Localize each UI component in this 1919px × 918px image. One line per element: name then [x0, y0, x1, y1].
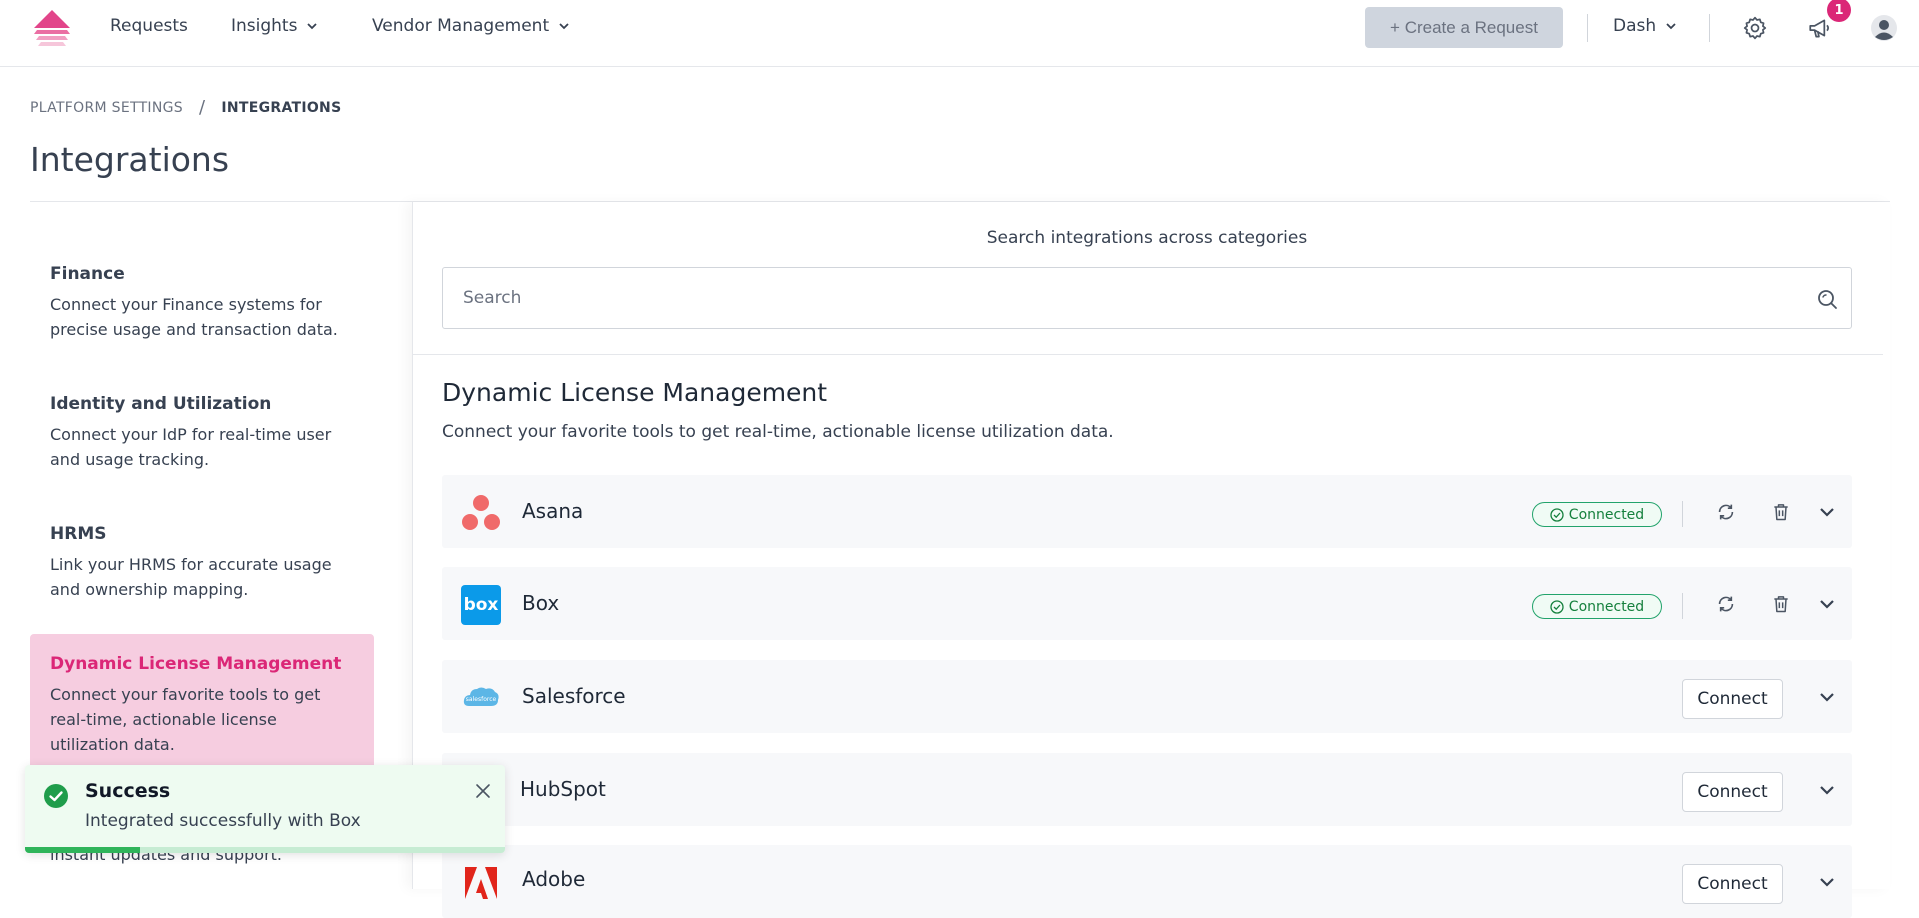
notification-count: 1	[1834, 2, 1844, 18]
check-circle-icon	[1550, 507, 1564, 522]
divider	[413, 354, 1883, 355]
adobe-logo-icon	[465, 867, 497, 899]
user-menu-label: Dash	[1613, 16, 1657, 36]
section-title: Dynamic License Management	[442, 378, 828, 407]
category-description: Connect your Finance systems for precise…	[50, 295, 338, 339]
integration-row-adobe: Adobe Connect	[442, 845, 1852, 918]
user-avatar-icon	[1871, 15, 1897, 41]
category-description: Connect your IdP for real-time user and …	[50, 425, 332, 469]
megaphone-icon	[1809, 19, 1829, 38]
divider	[1682, 501, 1683, 527]
category-title: HRMS	[50, 524, 107, 544]
sync-button[interactable]	[1714, 592, 1738, 616]
chevron-down-icon	[559, 23, 569, 30]
category-title: Dynamic License Management	[50, 654, 342, 674]
sidebar-item-dynamic-license-management[interactable]: Dynamic License Management Connect your …	[30, 634, 374, 774]
integration-name: HubSpot	[520, 777, 606, 801]
delete-button[interactable]	[1769, 500, 1793, 524]
user-menu[interactable]: Dash	[1613, 16, 1678, 36]
trash-icon	[1774, 504, 1788, 521]
connect-button[interactable]: Connect	[1682, 864, 1783, 904]
chevron-down-icon[interactable]	[1815, 685, 1839, 709]
success-toast: Success Integrated successfully with Box	[25, 765, 505, 853]
asana-logo-icon	[462, 495, 500, 530]
integration-row-hubspot: HubSpot Connect	[442, 753, 1852, 826]
integration-name: Asana	[522, 499, 584, 523]
chevron-down-icon	[307, 23, 318, 30]
chevron-down-icon[interactable]	[1815, 778, 1839, 802]
breadcrumb-separator: /	[198, 97, 206, 118]
check-circle-icon	[1550, 599, 1564, 614]
search-caption: Search integrations across categories	[986, 228, 1308, 248]
connect-button[interactable]: Connect	[1682, 772, 1783, 812]
status-label: Connected	[1568, 598, 1645, 615]
category-title: Finance	[50, 264, 125, 284]
search-box	[442, 267, 1852, 329]
check-circle-icon	[44, 784, 68, 808]
chevron-down-icon[interactable]	[1815, 870, 1839, 894]
divider	[1709, 14, 1710, 42]
search-icon[interactable]	[1815, 287, 1839, 311]
close-icon[interactable]	[473, 781, 493, 801]
logo-icon[interactable]	[32, 8, 72, 48]
status-label: Connected	[1568, 506, 1645, 523]
divider	[1587, 14, 1588, 42]
chevron-down-icon[interactable]	[1815, 592, 1839, 616]
nav-requests-label: Requests	[110, 16, 188, 36]
integration-name: Salesforce	[522, 684, 626, 708]
divider	[1682, 593, 1683, 619]
nav-vendor-management-label: Vendor Management	[372, 16, 550, 36]
nav-vendor-management[interactable]: Vendor Management	[372, 16, 571, 36]
refresh-icon	[1718, 596, 1734, 612]
nav-insights-label: Insights	[231, 16, 298, 36]
chevron-down-icon	[1666, 23, 1676, 30]
integration-row-box: box Box Connected	[442, 567, 1852, 640]
status-badge: Connected	[1532, 502, 1662, 527]
sync-button[interactable]	[1714, 500, 1738, 524]
toast-progress-track	[25, 847, 505, 853]
box-logo-icon: box	[461, 585, 501, 625]
category-description: Link your HRMS for accurate usage and ow…	[50, 555, 332, 599]
breadcrumb-platform-settings[interactable]: PLATFORM SETTINGS	[30, 100, 183, 116]
trash-icon	[1774, 596, 1788, 613]
settings-button[interactable]	[1739, 12, 1771, 44]
user-avatar[interactable]	[1868, 12, 1900, 44]
chevron-down-icon[interactable]	[1815, 500, 1839, 524]
nav-requests[interactable]: Requests	[110, 16, 188, 36]
breadcrumb: PLATFORM SETTINGS / INTEGRATIONS	[30, 97, 341, 118]
connect-button[interactable]: Connect	[1682, 679, 1783, 719]
toast-message: Integrated successfully with Box	[85, 811, 361, 831]
refresh-icon	[1718, 504, 1734, 520]
box-logo-text: box	[463, 595, 499, 615]
integration-row-asana: Asana Connected	[442, 475, 1852, 548]
section-subtitle: Connect your favorite tools to get real-…	[442, 422, 1114, 442]
category-description: Connect your favorite tools to get real-…	[50, 685, 321, 754]
toast-progress-bar	[25, 847, 141, 853]
notification-badge: 1	[1827, 0, 1851, 22]
sidebar-item-identity-and-utilization[interactable]: Identity and Utilization Connect your Id…	[30, 394, 374, 472]
sidebar-item-finance[interactable]: Finance Connect your Finance systems for…	[30, 264, 374, 342]
status-badge: Connected	[1532, 594, 1662, 619]
search-input[interactable]	[463, 268, 1783, 328]
integration-name: Box	[522, 591, 560, 615]
sidebar-item-hrms[interactable]: HRMS Link your HRMS for accurate usage a…	[30, 524, 374, 602]
toast-title: Success	[85, 780, 171, 802]
breadcrumb-current: INTEGRATIONS	[221, 99, 342, 116]
top-nav: Requests Insights Vendor Management + Cr…	[0, 0, 1919, 67]
delete-button[interactable]	[1769, 592, 1793, 616]
create-request-button[interactable]: + Create a Request	[1365, 7, 1563, 48]
page-title: Integrations	[30, 140, 230, 179]
category-title: Identity and Utilization	[50, 394, 272, 414]
nav-insights[interactable]: Insights	[231, 16, 319, 36]
integration-row-salesforce: salesforce Salesforce Connect	[442, 660, 1852, 733]
salesforce-logo-icon: salesforce	[461, 678, 501, 718]
integration-name: Adobe	[522, 867, 586, 891]
create-request-label: + Create a Request	[1390, 17, 1538, 37]
salesforce-logo-text: salesforce	[466, 696, 497, 703]
gear-icon	[1743, 16, 1767, 40]
